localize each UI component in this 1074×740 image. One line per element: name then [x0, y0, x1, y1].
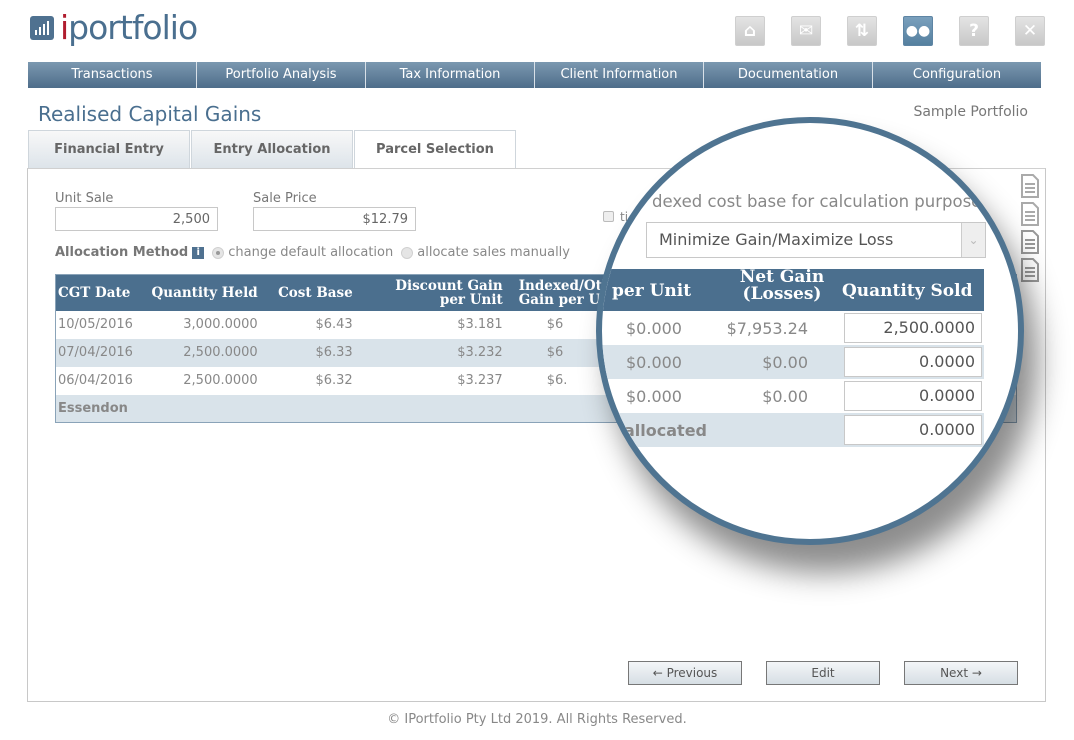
col-cgt-date: CGT Date — [55, 274, 144, 311]
cell-cost-base: $6.32 — [315, 373, 353, 388]
nav-client-information[interactable]: Client Information — [535, 62, 704, 88]
allocation-method-label: Allocation Method — [55, 245, 189, 260]
cell-other-gain: $0.000 — [626, 387, 682, 406]
cell-net-gain: $0.00 — [762, 387, 808, 406]
unallocated-row: allocated 0.0000 — [602, 413, 984, 447]
users-icon[interactable]: ●● — [903, 16, 933, 46]
magnifier-overlay: dexed cost base for calculation purposes… — [596, 117, 1024, 545]
cell-qty-held: 3,000.0000 — [183, 317, 258, 332]
nav-transactions[interactable]: Transactions — [28, 62, 197, 88]
unallocated-quantity: 0.0000 — [844, 415, 982, 445]
radio-manual-allocation-label: allocate sales manually — [417, 245, 570, 260]
document-icon[interactable] — [1020, 202, 1040, 226]
quantity-sold-input[interactable]: 2,500.0000 — [844, 313, 982, 343]
allocation-method: Allocation Method i change default alloc… — [55, 245, 576, 260]
cell-cost-base: $6.33 — [265, 338, 361, 367]
cell-net-gain: $0.00 — [762, 353, 808, 372]
table-row: $0.000 $7,953.24 2,500.0000 — [602, 311, 984, 345]
previous-button[interactable]: ← Previous — [628, 661, 742, 685]
magnified-table-header: per Unit Net Gain (Losses) Quantity Sold — [602, 269, 984, 311]
cell-qty-held: 2,500.0000 — [183, 373, 258, 388]
cell-date: 07/04/2016 — [55, 338, 144, 367]
radio-manual-allocation[interactable] — [401, 246, 414, 259]
sale-price-input[interactable] — [253, 207, 416, 231]
cell-qty-held: 2,500.0000 — [143, 338, 266, 367]
nav-portfolio-analysis[interactable]: Portfolio Analysis — [197, 62, 366, 88]
allocation-rule-select-value: Minimize Gain/Maximize Loss — [659, 230, 894, 249]
sale-price-label: Sale Price — [253, 191, 317, 206]
mail-icon[interactable]: ✉ — [791, 16, 821, 46]
cell-discount-gain: $3.232 — [360, 338, 511, 367]
bar-chart-icon — [30, 16, 54, 40]
indexed-cost-base-text: dexed cost base for calculation purposes… — [652, 192, 996, 211]
nav-tax-information[interactable]: Tax Information — [366, 62, 535, 88]
close-icon[interactable]: ✕ — [1015, 16, 1045, 46]
unit-sale-input[interactable] — [55, 207, 218, 231]
col-quantity-held: Quantity Held — [143, 274, 266, 311]
page-title: Realised Capital Gains — [38, 102, 262, 126]
help-icon[interactable]: ? — [959, 16, 989, 46]
document-icons — [1020, 174, 1040, 282]
home-icon[interactable]: ⌂ — [735, 16, 765, 46]
document-icon[interactable] — [994, 207, 1014, 231]
info-icon[interactable]: i — [192, 246, 205, 259]
cell-date: 06/04/2016 — [58, 373, 133, 388]
quantity-sold-input[interactable]: 0.0000 — [844, 381, 982, 411]
col-cost-base: Cost Base — [265, 274, 361, 311]
col-discount-gain: Discount Gain per Unit — [360, 274, 511, 311]
magnified-document-icons — [994, 207, 1014, 231]
logo-text: iportfolio — [60, 8, 198, 47]
unallocated-label: allocated — [624, 421, 707, 440]
tab-parcel-selection[interactable]: Parcel Selection — [354, 130, 516, 169]
col-quantity-sold-header: Quantity Sold — [842, 281, 973, 301]
chevron-down-icon[interactable]: ⌄ — [961, 223, 985, 257]
main-nav: Transactions Portfolio Analysis Tax Info… — [28, 62, 1041, 88]
cell-date: 10/05/2016 — [58, 317, 133, 332]
tab-entry-allocation[interactable]: Entry Allocation — [191, 130, 353, 168]
nav-configuration[interactable]: Configuration — [873, 62, 1041, 88]
edit-button[interactable]: Edit — [766, 661, 880, 685]
radio-default-allocation-label: change default allocation — [228, 245, 394, 260]
allocation-rule-select[interactable]: Minimize Gain/Maximize Loss ⌄ — [646, 222, 986, 258]
tab-bar: Financial Entry Entry Allocation Parcel … — [28, 130, 517, 169]
cell-discount-gain: $3.181 — [457, 317, 503, 332]
logo[interactable]: iportfolio — [30, 8, 198, 47]
magnified-table: per Unit Net Gain (Losses) Quantity Sold … — [602, 269, 984, 447]
radio-default-allocation[interactable] — [212, 246, 225, 259]
document-icon[interactable] — [1020, 258, 1040, 282]
tab-financial-entry[interactable]: Financial Entry — [28, 130, 190, 168]
portfolio-name: Sample Portfolio — [913, 104, 1028, 120]
next-button[interactable]: Next → — [904, 661, 1018, 685]
cell-cost-base: $6.43 — [315, 317, 353, 332]
cell-net-gain: $7,953.24 — [726, 319, 808, 338]
top-toolbar: ⌂ ✉ ⇅ ●● ? ✕ — [735, 16, 1045, 46]
cell-other-gain: $0.000 — [626, 353, 682, 372]
nav-documentation[interactable]: Documentation — [704, 62, 873, 88]
unit-sale-label: Unit Sale — [55, 191, 114, 206]
copyright-footer: © IPortfolio Pty Ltd 2019. All Rights Re… — [387, 712, 687, 727]
document-transfer-icon[interactable]: ⇅ — [847, 16, 877, 46]
col-other-gain-header: per Unit — [612, 281, 692, 301]
cell-other-gain: $0.000 — [626, 319, 682, 338]
document-icon[interactable] — [1020, 230, 1040, 254]
table-row: $0.000 $0.00 0.0000 — [602, 379, 984, 413]
cell-discount-gain: $3.237 — [457, 373, 503, 388]
col-net-gain-header: Net Gain (Losses) — [739, 267, 825, 304]
table-row: $0.000 $0.00 0.0000 — [602, 345, 984, 379]
document-icon[interactable] — [1020, 174, 1040, 198]
quantity-sold-input[interactable]: 0.0000 — [844, 347, 982, 377]
